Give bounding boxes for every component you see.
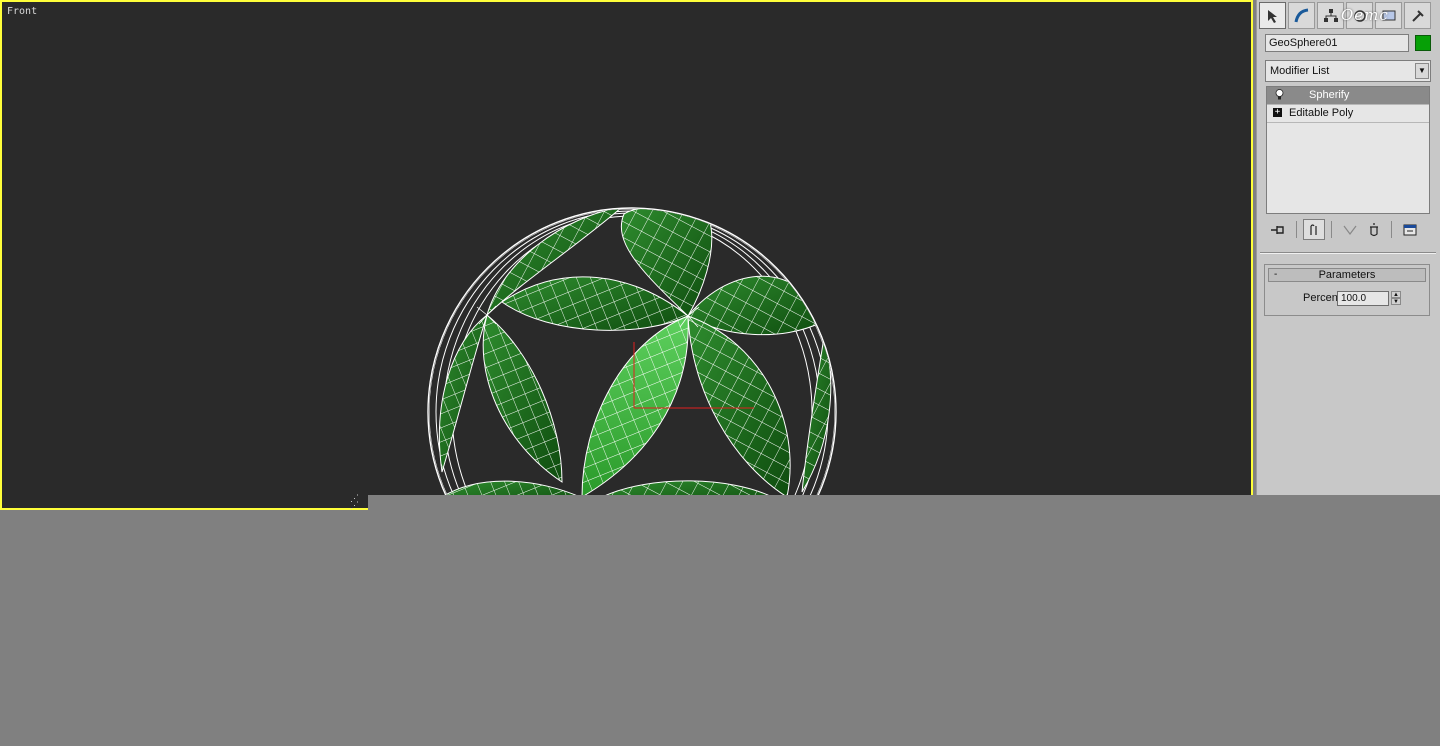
plus-icon[interactable]: +: [1273, 108, 1282, 117]
configure-modifier-sets-button[interactable]: [1399, 219, 1421, 240]
empty-gray-region-bottom: [0, 511, 1440, 746]
modifier-stack[interactable]: Spherify + Editable Poly: [1266, 86, 1430, 214]
create-tab[interactable]: [1259, 2, 1286, 29]
modify-arc-icon: [1294, 8, 1308, 22]
object-name-row: [1265, 34, 1435, 54]
spinner-up-icon[interactable]: ▲: [1391, 291, 1401, 298]
remove-modifier-button[interactable]: [1363, 219, 1385, 240]
chevron-down-icon[interactable]: ▼: [1415, 63, 1429, 79]
pin-stack-button[interactable]: [1267, 219, 1289, 240]
panel-divider: [1260, 252, 1436, 254]
show-end-result-icon: [1310, 223, 1317, 235]
toolbar-separator: [1331, 221, 1332, 238]
modifier-list-dropdown[interactable]: Modifier List ▼: [1265, 60, 1431, 82]
command-panel: Oemc Modifier List ▼ Spherify + Editable…: [1256, 0, 1440, 495]
configure-sets-icon: [1403, 224, 1417, 235]
percent-field[interactable]: [1337, 291, 1389, 306]
stack-item-editable-poly[interactable]: + Editable Poly: [1267, 105, 1429, 123]
remove-modifier-icon: [1370, 222, 1378, 236]
stack-toolbar: [1265, 219, 1433, 241]
make-unique-icon: [1343, 225, 1357, 235]
toolbar-separator: [1391, 221, 1392, 238]
watermark-logo: Oemc: [1341, 6, 1389, 24]
pin-stack-icon: [1271, 225, 1284, 234]
bulb-icon[interactable]: [1275, 89, 1284, 101]
utilities-tab[interactable]: [1404, 2, 1431, 29]
object-color-swatch[interactable]: [1415, 35, 1431, 51]
toolbar-separator: [1296, 221, 1297, 238]
modify-tab[interactable]: [1288, 2, 1315, 29]
parameters-rollout: - Parameters Percent: ▲ ▼: [1264, 264, 1430, 316]
modifier-list-value: Modifier List: [1270, 65, 1330, 77]
stack-item-spherify[interactable]: Spherify: [1267, 87, 1429, 105]
make-unique-button[interactable]: [1339, 219, 1361, 240]
geosphere-wireframe[interactable]: [2, 2, 1253, 510]
app-root: Front ⋰ ⋰ Oemc GeoSphere01 Modifier List…: [0, 0, 1440, 746]
percent-spinner[interactable]: ▲ ▼: [1391, 291, 1401, 306]
object-name-field[interactable]: [1265, 34, 1409, 52]
show-end-result-button[interactable]: [1303, 219, 1325, 240]
spinner-down-icon[interactable]: ▼: [1391, 298, 1401, 305]
front-viewport[interactable]: Front: [0, 0, 1253, 510]
stack-item-label: Spherify: [1309, 89, 1350, 101]
utilities-hammer-icon: [1411, 9, 1424, 22]
collapse-icon: -: [1274, 269, 1278, 280]
hierarchy-tab[interactable]: [1317, 2, 1344, 29]
hierarchy-icon: [1323, 8, 1338, 22]
rollout-title: Parameters: [1318, 269, 1376, 281]
create-cursor-icon: [1267, 9, 1277, 23]
stack-item-label: Editable Poly: [1289, 107, 1354, 119]
parameters-rollout-header[interactable]: - Parameters: [1268, 268, 1426, 282]
viewport-resize-grip[interactable]: ⋰ ⋰: [350, 495, 366, 511]
